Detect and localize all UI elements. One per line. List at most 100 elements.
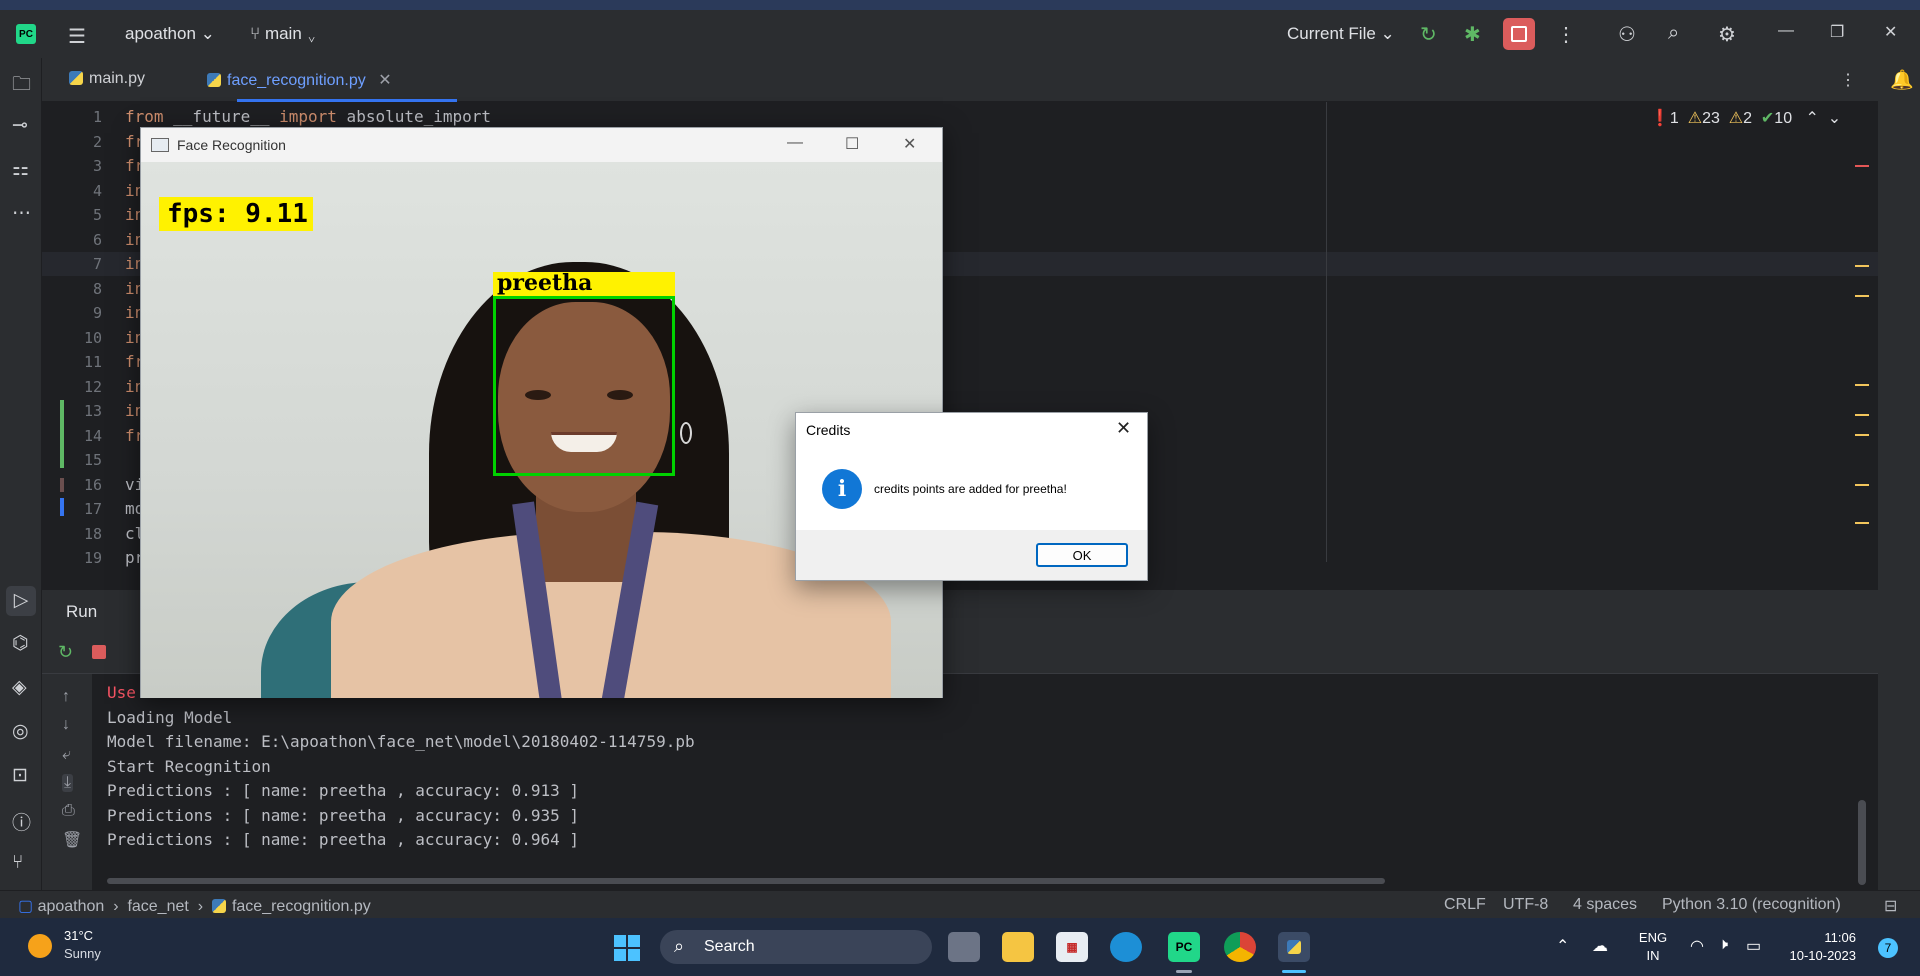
branch-switcher[interactable]: ⑂ main ⌄ (250, 24, 317, 44)
line-number[interactable]: 17 (68, 500, 102, 518)
down-arrow-icon[interactable]: ↓ (62, 716, 70, 734)
commit-icon[interactable]: ⊸ (12, 114, 28, 137)
run-configuration-selector[interactable]: Current File ⌄ (1287, 24, 1395, 44)
line-number[interactable]: 15 (68, 451, 102, 469)
search-icon[interactable]: ⌕ (1668, 22, 1679, 45)
line-number[interactable]: 19 (68, 549, 102, 567)
region-label[interactable]: IN (1638, 948, 1668, 963)
warning-stripe-mark[interactable] (1855, 522, 1869, 524)
project-folder-icon[interactable]: 🗀 (12, 70, 31, 102)
vcs-added-marker[interactable] (60, 400, 64, 468)
vcs-modified-marker[interactable] (60, 498, 64, 516)
close-icon[interactable]: ✕ (1884, 22, 1897, 42)
wifi-icon[interactable]: ◠ (1690, 936, 1704, 956)
more-actions-icon[interactable]: ⋮ (1556, 22, 1576, 47)
ok-button[interactable]: OK (1036, 543, 1128, 567)
soft-wrap-icon[interactable]: ⤶ (62, 746, 71, 764)
volume-muted-icon[interactable]: 🕨 (1718, 936, 1728, 954)
vertical-scrollbar[interactable] (1858, 800, 1866, 885)
line-number[interactable]: 14 (68, 427, 102, 445)
clock-time[interactable]: 11:06 (1786, 930, 1856, 945)
minimize-icon[interactable]: — (787, 134, 803, 152)
weather-sun-icon[interactable] (28, 934, 52, 958)
line-number[interactable]: 13 (68, 402, 102, 420)
file-explorer-icon[interactable] (1002, 932, 1034, 962)
line-number[interactable]: 18 (68, 525, 102, 543)
stop-icon[interactable] (92, 645, 106, 659)
microsoft-store-icon[interactable]: ▦ (1056, 932, 1088, 962)
print-icon[interactable]: ⎙ (62, 802, 75, 820)
next-highlight-icon[interactable]: ⌄ (1828, 110, 1841, 127)
clear-all-icon[interactable]: 🗑 (62, 830, 82, 850)
clock-date[interactable]: 10-10-2023 (1786, 948, 1857, 963)
line-number[interactable]: 8 (68, 280, 102, 298)
show-hidden-icons[interactable]: ⌃ (1556, 936, 1569, 956)
start-button[interactable] (614, 935, 640, 961)
edge-browser-icon[interactable] (1110, 932, 1142, 962)
terminal-icon[interactable]: ⊡ (12, 764, 28, 787)
up-arrow-icon[interactable]: ↑ (62, 688, 70, 706)
line-number[interactable]: 6 (68, 231, 102, 249)
vcs-changed-marker[interactable] (60, 478, 64, 492)
battery-icon[interactable]: ▭ (1746, 936, 1761, 956)
line-number[interactable]: 11 (68, 353, 102, 371)
python-app-icon[interactable] (1278, 932, 1310, 962)
notifications-bell-icon[interactable]: 🔔 (1890, 68, 1914, 92)
minimize-icon[interactable]: — (1778, 22, 1794, 40)
line-number[interactable]: 9 (68, 304, 102, 322)
add-user-icon[interactable]: ⚇ (1618, 22, 1636, 47)
line-number[interactable]: 7 (68, 255, 102, 273)
python-packages-icon[interactable]: ◈ (12, 676, 27, 699)
taskbar-search[interactable]: ⌕ Search (660, 930, 932, 964)
horizontal-scrollbar[interactable] (107, 878, 1385, 884)
project-switcher[interactable]: apoathon ⌄ (125, 24, 215, 44)
run-tool-icon[interactable]: ▷ (6, 586, 36, 616)
line-number[interactable]: 2 (68, 133, 102, 151)
more-tools-icon[interactable]: ⋯ (12, 202, 31, 225)
warning-stripe-mark[interactable] (1855, 265, 1869, 267)
rerun-icon[interactable]: ↻ (1420, 22, 1437, 47)
rerun-icon[interactable]: ↻ (58, 642, 73, 663)
line-number[interactable]: 1 (68, 108, 102, 126)
scroll-to-end-icon[interactable]: ⤓ (62, 774, 74, 792)
stop-button[interactable] (1503, 18, 1535, 50)
tab-main-py[interactable]: main.py (69, 70, 145, 88)
face-window-titlebar[interactable]: Face Recognition — ☐ ✕ (141, 128, 942, 162)
error-stripe-mark[interactable] (1855, 165, 1869, 167)
chrome-icon[interactable] (1224, 932, 1256, 962)
inspection-widget[interactable]: ❗1 ⚠23 ⚠2 ✔10 ⌃ ⌄ (1650, 108, 1841, 128)
code-line[interactable]: from __future__ import absolute_import (125, 107, 491, 126)
warning-stripe-mark[interactable] (1855, 434, 1869, 436)
dialog-close-icon[interactable]: ✕ (1116, 418, 1131, 439)
line-number[interactable]: 12 (68, 378, 102, 396)
problems-icon[interactable]: ⓘ (12, 808, 31, 835)
lock-icon[interactable]: ⊟ (1884, 896, 1897, 916)
previous-highlight-icon[interactable]: ⌃ (1805, 110, 1818, 127)
line-number[interactable]: 5 (68, 206, 102, 224)
warning-stripe-mark[interactable] (1855, 295, 1869, 297)
restore-icon[interactable]: ❐ (1830, 22, 1844, 42)
git-icon[interactable]: ⑂ (12, 852, 23, 874)
warning-stripe-mark[interactable] (1855, 414, 1869, 416)
breadcrumb-project[interactable]: apoathon (38, 898, 105, 915)
warning-stripe-mark[interactable] (1855, 484, 1869, 486)
line-number[interactable]: 4 (68, 182, 102, 200)
line-number[interactable]: 16 (68, 476, 102, 494)
main-menu-icon[interactable]: ☰ (68, 24, 86, 49)
warning-stripe-mark[interactable] (1855, 384, 1869, 386)
structure-icon[interactable]: ⚏ (12, 158, 29, 181)
notification-badge[interactable]: 7 (1878, 938, 1898, 958)
debug-icon[interactable]: ✱ (1464, 22, 1481, 47)
breadcrumb-folder[interactable]: face_net (127, 898, 188, 915)
tab-close-icon[interactable]: ✕ (378, 72, 391, 89)
weather-condition[interactable]: Sunny (64, 946, 101, 961)
tab-face-recognition-py[interactable]: face_recognition.py ✕ (207, 70, 392, 90)
file-encoding[interactable]: UTF-8 (1503, 896, 1548, 914)
pycharm-taskbar-icon[interactable]: PC (1168, 932, 1200, 962)
onedrive-cloud-icon[interactable]: ☁ (1592, 936, 1608, 956)
tabs-more-icon[interactable]: ⋮ (1840, 70, 1856, 90)
python-interpreter[interactable]: Python 3.10 (recognition) (1662, 896, 1841, 914)
language-label[interactable]: ENG (1638, 930, 1668, 945)
line-number[interactable]: 3 (68, 157, 102, 175)
indent-setting[interactable]: 4 spaces (1573, 896, 1637, 914)
